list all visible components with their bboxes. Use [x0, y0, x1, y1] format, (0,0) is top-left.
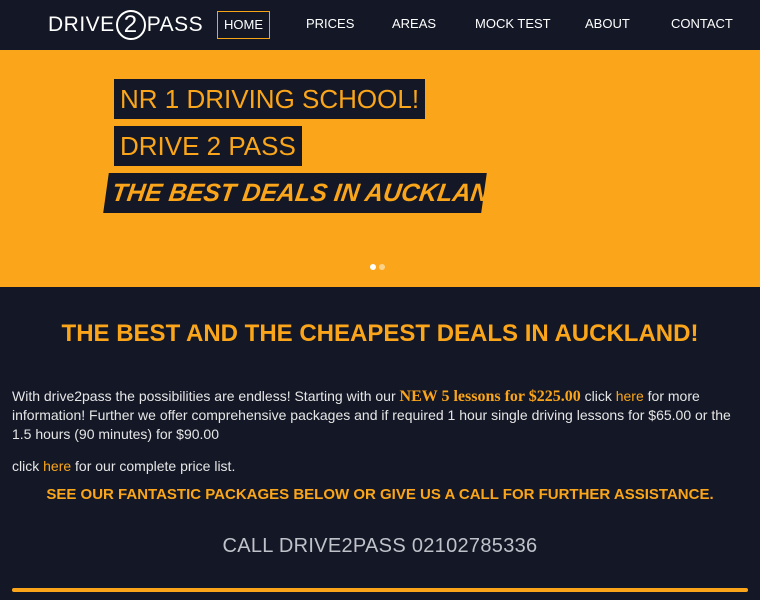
- packages-heading: SEE OUR FANTASTIC PACKAGES BELOW OR GIVE…: [46, 486, 714, 503]
- price-list-paragraph: click here for our complete price list.: [12, 457, 750, 476]
- intro-text-b: click: [580, 388, 616, 404]
- main-heading: THE BEST AND THE CHEAPEST DEALS IN AUCKL…: [61, 320, 699, 347]
- intro-text-a: With drive2pass the possibilities are en…: [12, 388, 400, 404]
- section-divider: [12, 588, 748, 592]
- hero-slider: NR 1 DRIVING SCHOOL! DRIVE 2 PASS THE BE…: [0, 50, 760, 287]
- nav-areas[interactable]: AREAS: [392, 11, 436, 39]
- hero-line-1: NR 1 DRIVING SCHOOL!: [114, 79, 426, 119]
- intro-paragraph: With drive2pass the possibilities are en…: [12, 387, 750, 444]
- slider-dots: [370, 264, 385, 270]
- nav-home[interactable]: HOME: [217, 11, 270, 39]
- hero-line-3: THE BEST DEALS IN AUCKLAND...: [103, 173, 530, 213]
- slider-dot-1[interactable]: [370, 264, 376, 270]
- main-nav: HOME PRICES AREAS MOCK TEST ABOUT CONTAC…: [0, 11, 760, 39]
- call-phone[interactable]: CALL DRIVE2PASS 02102785336: [0, 535, 760, 558]
- nav-prices[interactable]: PRICES: [306, 11, 354, 39]
- price-list-link[interactable]: here: [43, 458, 71, 474]
- hero-line-2: DRIVE 2 PASS: [114, 126, 302, 166]
- offer-info-link[interactable]: here: [616, 388, 644, 404]
- slider-dot-2[interactable]: [379, 264, 385, 270]
- new-offer-highlight: NEW 5 lessons for $225.00: [399, 388, 581, 405]
- nav-contact[interactable]: CONTACT: [671, 11, 733, 39]
- price-text-a: click: [12, 458, 44, 474]
- site-header: DRIVE 2 PASS HOME PRICES AREAS MOCK TEST…: [0, 0, 760, 50]
- nav-about[interactable]: ABOUT: [585, 11, 630, 39]
- price-text-b: for our complete price list.: [71, 458, 236, 474]
- nav-mock-test[interactable]: MOCK TEST: [475, 11, 551, 39]
